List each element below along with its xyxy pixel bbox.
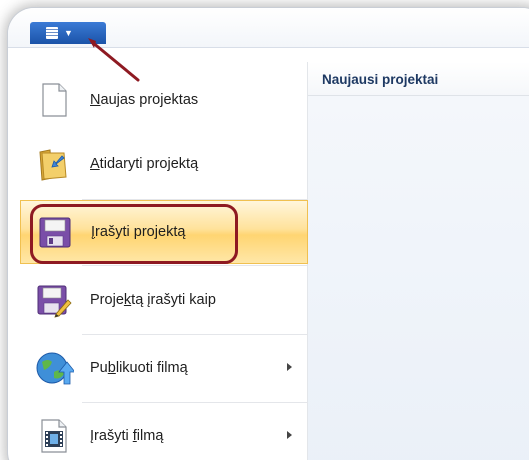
- menu-item-label: Publikuoti filmą: [90, 360, 188, 376]
- save-movie-icon: [34, 416, 74, 456]
- menu-item-label: Atidaryti projektą: [90, 156, 199, 172]
- menu-separator: [82, 402, 308, 403]
- menu-item-open-project[interactable]: Atidaryti projektą: [20, 132, 308, 196]
- menu-item-save-movie[interactable]: Įrašyti filmą: [20, 404, 308, 460]
- menu-item-publish-movie[interactable]: Publikuoti filmą: [20, 336, 308, 400]
- save-floppy-icon: [35, 212, 75, 252]
- menu-item-save-project[interactable]: Įrašyti projektą: [20, 200, 308, 264]
- save-as-icon: [34, 280, 74, 320]
- submenu-arrow-icon: [287, 431, 292, 439]
- submenu-arrow-icon: [287, 363, 292, 371]
- application-menu: Naujas projektas Atidaryti projektą Įraš…: [20, 62, 308, 460]
- screenshot-frame: ▼ Naujas projektas Atidaryti projektą Įr…: [8, 8, 529, 460]
- application-menu-button[interactable]: ▼: [30, 22, 106, 44]
- menu-item-label: Įrašyti projektą: [91, 224, 186, 240]
- open-folder-icon: [34, 144, 74, 184]
- menu-separator: [82, 265, 308, 266]
- menu-item-label: Projektą įrašyti kaip: [90, 292, 216, 308]
- chevron-down-icon: ▼: [64, 27, 73, 38]
- menu-item-label: Įrašyti filmą: [90, 428, 164, 444]
- new-document-icon: [34, 80, 74, 120]
- ribbon-top-bar: ▼: [8, 8, 529, 48]
- menu-item-label: Naujas projektas: [90, 92, 199, 108]
- recent-projects-list: [308, 96, 529, 460]
- menu-item-save-project-as[interactable]: Projektą įrašyti kaip: [20, 268, 308, 332]
- menu-item-new-project[interactable]: Naujas projektas: [20, 68, 308, 132]
- menu-separator: [82, 334, 308, 335]
- recent-projects-header: Naujausi projektai: [308, 62, 529, 96]
- publish-globe-icon: [34, 348, 76, 388]
- recent-projects-pane: Naujausi projektai: [308, 62, 529, 460]
- document-list-icon: [46, 27, 58, 39]
